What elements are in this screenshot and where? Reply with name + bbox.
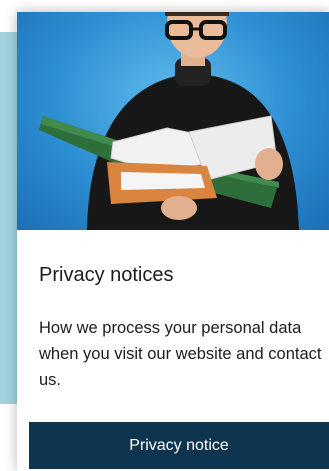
card-description: How we process your personal data when y… — [39, 319, 322, 389]
privacy-card: Privacy notices How we process your pers… — [17, 12, 329, 471]
man-with-folders-illustration — [39, 12, 299, 230]
card-title: Privacy notices — [39, 264, 174, 286]
privacy-notice-button[interactable]: Privacy notice — [29, 422, 329, 469]
card-hero-image — [17, 12, 329, 230]
